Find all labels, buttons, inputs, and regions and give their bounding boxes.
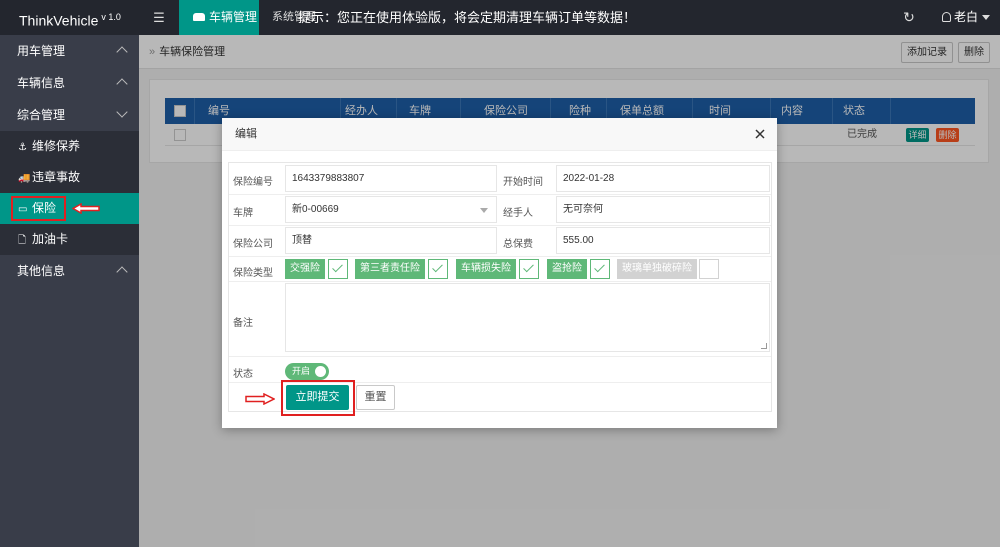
check-icon	[328, 259, 348, 279]
plate-select[interactable]: 新0-00669	[285, 196, 497, 223]
sidebar: 用车管理 车辆信息 综合管理 ⚓ 维修保养 🚚 违章事故 ▭ 保险 🗋 加油卡 其他信息	[0, 35, 139, 547]
check-icon	[590, 259, 610, 279]
status-label: 状态	[233, 369, 253, 380]
start-time-label: 开始时间	[503, 177, 543, 188]
edit-form: 保险编号 1643379883807 开始时间 2022-01-28 车牌 新0…	[228, 162, 772, 412]
user-menu[interactable]: 老白	[942, 0, 991, 35]
insurance-type-group: 交强险 第三者责任险 车辆损失险 盗抢险 玻璃单独破碎险	[285, 259, 770, 279]
chevron-down-icon	[116, 106, 128, 118]
sidebar-item-insurance[interactable]: ▭ 保险	[0, 193, 139, 224]
company-label: 保险公司	[233, 239, 273, 250]
company-input[interactable]: 顶替	[285, 227, 497, 254]
sidebar-item-fuel-card[interactable]: 🗋 加油卡	[0, 224, 139, 255]
status-toggle[interactable]: 开启	[285, 363, 329, 380]
chevron-up-icon	[116, 266, 128, 278]
remark-textarea[interactable]	[285, 283, 770, 352]
sidebar-group-car-use[interactable]: 用车管理	[0, 35, 139, 67]
modal-header: 编辑	[222, 118, 777, 151]
tab-vehicle-management[interactable]: 车辆管理	[179, 0, 259, 35]
check-icon	[519, 259, 539, 279]
checkbox-glass-breakage[interactable]: 玻璃单独破碎险	[617, 259, 719, 279]
arrow-left-icon	[72, 203, 100, 214]
menu-toggle-icon[interactable]: ☰	[150, 0, 168, 35]
refresh-icon[interactable]: ↻	[902, 0, 916, 35]
notice-banner: 提示：您正在使用体验版，将会定期清理车辆订单等数据！	[298, 10, 637, 25]
user-icon	[942, 11, 951, 22]
truck-icon: 🚚	[18, 173, 31, 184]
premium-label: 总保费	[503, 239, 533, 250]
policy-number-label: 保险编号	[233, 177, 273, 188]
start-time-input[interactable]: 2022-01-28	[556, 165, 770, 192]
handler-label: 经手人	[503, 208, 533, 219]
sidebar-submenu: ⚓ 维修保养 🚚 违章事故 ▭ 保险 🗋 加油卡	[0, 131, 139, 255]
checkbox-vehicle-damage[interactable]: 车辆损失险	[456, 259, 539, 279]
sidebar-group-general[interactable]: 综合管理	[0, 99, 139, 131]
policy-number-input[interactable]: 1643379883807	[285, 165, 497, 192]
sidebar-group-vehicle-info[interactable]: 车辆信息	[0, 67, 139, 99]
plate-label: 车牌	[233, 208, 253, 219]
handler-input[interactable]: 无可奈何	[556, 196, 770, 223]
checkbox-theft[interactable]: 盗抢险	[547, 259, 610, 279]
sidebar-item-maintenance[interactable]: ⚓ 维修保养	[0, 131, 139, 162]
reset-button[interactable]: 重置	[356, 385, 395, 410]
check-icon	[428, 259, 448, 279]
arrow-right-icon	[245, 393, 275, 405]
anchor-icon: ⚓	[18, 142, 27, 153]
check-icon	[699, 259, 719, 279]
chevron-up-icon	[116, 78, 128, 90]
chevron-up-icon	[116, 46, 128, 58]
sidebar-group-other[interactable]: 其他信息	[0, 255, 139, 287]
modal-title: 编辑	[235, 128, 257, 140]
top-bar: ThinkVehicle v 1.0 ☰ 车辆管理 系统管理 提示：您正在使用体验…	[0, 0, 1000, 35]
car-icon	[193, 12, 205, 21]
highlight-box	[11, 196, 66, 221]
premium-input[interactable]: 555.00	[556, 227, 770, 254]
caret-down-icon	[480, 208, 488, 213]
checkbox-third-party[interactable]: 第三者责任险	[355, 259, 448, 279]
resize-grip-icon[interactable]	[761, 343, 767, 349]
checkbox-compulsory[interactable]: 交强险	[285, 259, 348, 279]
insurance-type-label: 保险类型	[233, 268, 273, 279]
remark-label: 备注	[233, 318, 253, 329]
document-icon: 🗋	[18, 235, 27, 246]
modal-backdrop	[139, 35, 1000, 69]
caret-down-icon	[982, 15, 991, 21]
app-logo[interactable]: ThinkVehicle v 1.0	[0, 0, 139, 35]
highlight-box	[281, 380, 355, 416]
close-icon[interactable]	[753, 127, 767, 141]
sidebar-item-violations[interactable]: 🚚 违章事故	[0, 162, 139, 193]
